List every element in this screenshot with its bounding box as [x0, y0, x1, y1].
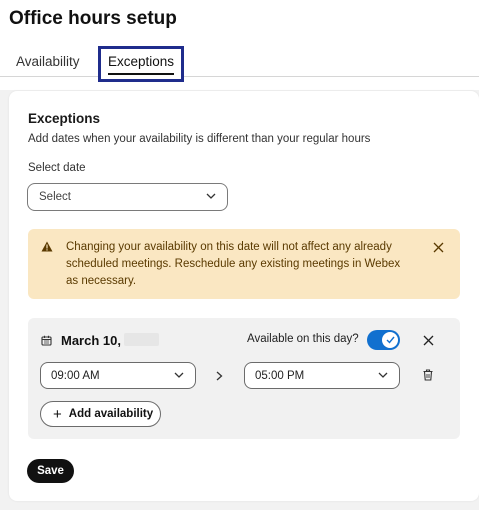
chevron-down-icon [378, 372, 388, 378]
exceptions-card: Exceptions Add dates when your availabil… [9, 91, 479, 501]
chevron-down-icon [174, 372, 184, 378]
select-date-value: Select [39, 191, 71, 203]
warning-text: Changing your availability on this date … [66, 241, 401, 287]
end-time-select[interactable]: 05:00 PM [244, 362, 400, 389]
warning-banner: Changing your availability on this date … [28, 229, 460, 299]
select-date-dropdown[interactable]: Select [27, 183, 228, 211]
section-title: Exceptions [28, 111, 101, 126]
section-description: Add dates when your availability is diff… [28, 133, 371, 145]
add-availability-label: Add availability [68, 408, 154, 420]
date-year-redacted [124, 333, 159, 346]
tab-exceptions[interactable]: Exceptions [98, 46, 184, 82]
select-date-label: Select date [28, 162, 86, 174]
exception-date-panel: March 10, Available on this day? 09:00 A… [28, 318, 460, 439]
tab-availability[interactable]: Availability [16, 54, 80, 69]
toggle-knob [382, 332, 398, 348]
chevron-down-icon [206, 193, 216, 199]
calendar-icon [41, 335, 52, 346]
start-time-value: 09:00 AM [51, 369, 100, 382]
tab-bar: Availability Exceptions [0, 46, 479, 82]
header-area: Office hours setup Availability Exceptio… [0, 0, 479, 90]
start-time-select[interactable]: 09:00 AM [40, 362, 196, 389]
trash-icon[interactable] [423, 369, 433, 381]
exception-date: March 10, [61, 333, 121, 348]
tab-exceptions-label: Exceptions [107, 54, 175, 75]
warning-icon [41, 241, 53, 252]
available-toggle[interactable] [367, 330, 400, 350]
available-on-day-label: Available on this day? [247, 333, 359, 345]
chevron-right-icon [216, 371, 223, 381]
save-button[interactable]: Save [27, 459, 74, 483]
add-availability-button[interactable]: + Add availability [40, 401, 161, 427]
page-title: Office hours setup [9, 8, 177, 29]
close-icon[interactable] [433, 242, 444, 253]
remove-exception-close-icon[interactable] [423, 335, 434, 346]
end-time-value: 05:00 PM [255, 369, 305, 382]
check-icon [386, 336, 395, 344]
plus-icon: + [53, 405, 62, 423]
